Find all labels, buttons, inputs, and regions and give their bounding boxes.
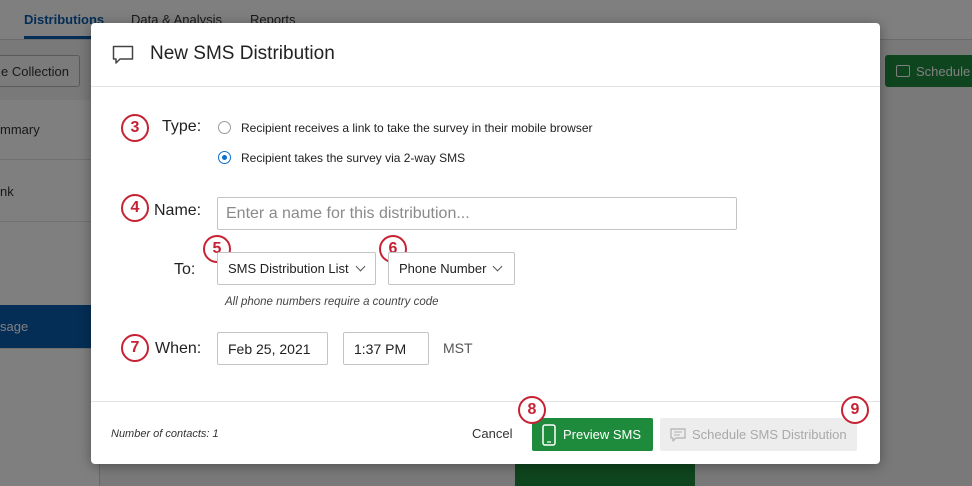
distribution-list-value: SMS Distribution List (228, 261, 349, 276)
callout-3: 3 (121, 114, 149, 142)
callout-4: 4 (121, 194, 149, 222)
when-label: When: (155, 340, 202, 357)
distribution-name-input[interactable] (217, 197, 737, 230)
callout-9: 9 (841, 396, 869, 424)
dialog-header: New SMS Distribution (91, 23, 880, 87)
preview-sms-label: Preview SMS (563, 427, 642, 442)
chevron-down-icon (493, 261, 503, 272)
cancel-button[interactable]: Cancel (472, 426, 512, 441)
callout-8: 8 (518, 396, 546, 424)
timezone-label: MST (443, 340, 473, 356)
to-label: To: (174, 261, 196, 278)
country-code-hint: All phone numbers require a country code (225, 296, 439, 308)
dialog-title: New SMS Distribution (150, 43, 335, 64)
distribution-list-dropdown[interactable]: SMS Distribution List (217, 252, 376, 285)
dialog-footer: Number of contacts: 1 Cancel Preview SMS… (91, 396, 880, 464)
type-label: Type: (162, 118, 202, 135)
speech-bubble-icon (670, 427, 686, 442)
name-label: Name: (154, 202, 202, 219)
phone-field-dropdown[interactable]: Phone Number (388, 252, 515, 285)
time-field[interactable]: 1:37 PM (343, 332, 429, 365)
chevron-down-icon (355, 261, 366, 272)
callout-7: 7 (121, 334, 149, 362)
phone-field-value: Phone Number (399, 261, 487, 276)
phone-icon (542, 423, 556, 446)
radio-two-way-sms-label[interactable]: Recipient takes the survey via 2-way SMS (241, 151, 465, 165)
radio-two-way-sms[interactable] (218, 151, 231, 164)
radio-mobile-browser-label[interactable]: Recipient receives a link to take the su… (241, 121, 593, 135)
speech-bubble-icon (112, 45, 134, 64)
preview-sms-button[interactable]: Preview SMS (532, 418, 653, 451)
contacts-count: Number of contacts: 1 (111, 428, 219, 440)
new-sms-distribution-dialog: New SMS Distribution 3 Type: Recipient r… (91, 23, 880, 464)
schedule-sms-distribution-label: Schedule SMS Distribution (692, 427, 847, 442)
schedule-sms-distribution-button[interactable]: Schedule SMS Distribution (660, 418, 857, 451)
radio-mobile-browser[interactable] (218, 121, 231, 134)
date-field[interactable]: Feb 25, 2021 (217, 332, 328, 365)
